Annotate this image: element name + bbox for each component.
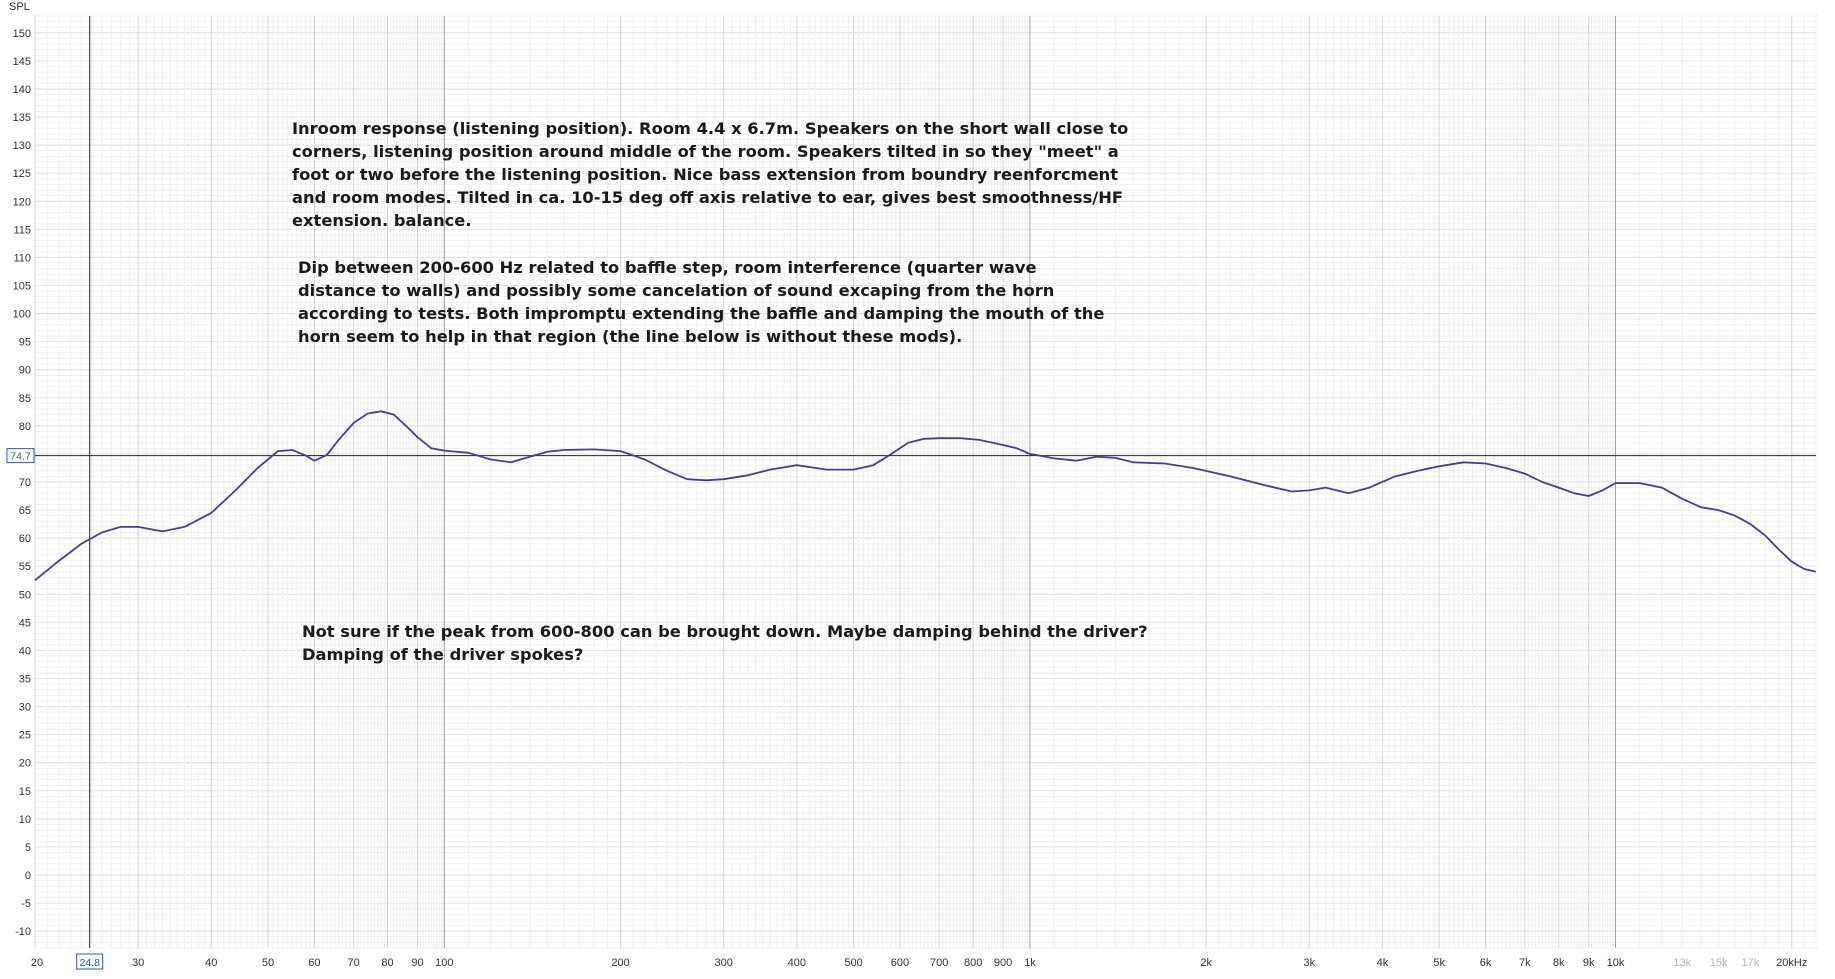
y-tick-label: 40 — [19, 645, 31, 657]
x-tick-label: 50 — [262, 957, 274, 969]
y-tick-label: 100 — [13, 309, 31, 321]
annotation-dip-explanation: Dip between 200-600 Hz related to baffle… — [298, 256, 1104, 348]
y-tick-label: 90 — [19, 365, 31, 377]
cursor-x-readout: 24.8 — [79, 957, 100, 969]
x-tick-label: 70 — [347, 957, 359, 969]
y-tick-label: -10 — [15, 926, 31, 938]
y-tick-label: 45 — [19, 617, 31, 629]
y-tick-label: 130 — [13, 140, 31, 152]
x-axis-labels: 20 30 40 50 60 70 80 90 100 200 300 400 500 600 700 800… — [31, 957, 1807, 969]
y-tick-label: 20 — [19, 758, 31, 770]
y-tick-label: 50 — [19, 589, 31, 601]
x-tick-label: 600 — [891, 957, 909, 969]
annotation-line: extension. balance. — [292, 211, 472, 230]
y-tick-label: 15 — [19, 786, 31, 798]
x-tick-label: 5k — [1433, 957, 1445, 969]
annotation-line: Damping of the driver spokes? — [302, 645, 584, 664]
x-tick-label: 17k — [1742, 957, 1760, 969]
y-axis-labels: 1501451401351301251201151101051009590858… — [13, 28, 31, 938]
x-tick-label: 13k — [1673, 957, 1691, 969]
x-tick-label: 300 — [715, 957, 733, 969]
y-tick-label: 145 — [13, 56, 31, 68]
y-tick-label: 65 — [19, 505, 31, 517]
x-tick-label: 60 — [308, 957, 320, 969]
y-tick-label: 10 — [19, 814, 31, 826]
y-tick-label: 60 — [19, 533, 31, 545]
y-tick-label: 105 — [13, 280, 31, 292]
annotation-room-setup: Inroom response (listening position). Ro… — [292, 117, 1128, 232]
x-tick-label: 80 — [381, 957, 393, 969]
x-tick-label: 500 — [844, 957, 862, 969]
x-tick-label: 9k — [1583, 957, 1595, 969]
y-tick-label: 30 — [19, 702, 31, 714]
y-tick-label: 110 — [13, 252, 31, 264]
annotation-line: foot or two before the listening positio… — [292, 165, 1119, 184]
y-tick-label: 5 — [25, 842, 31, 854]
x-tick-label: 900 — [994, 957, 1012, 969]
y-tick-label: 25 — [19, 730, 31, 742]
annotation-line: corners, listening position around middl… — [292, 142, 1119, 161]
x-tick-label: 90 — [411, 957, 423, 969]
x-tick-label: 2k — [1200, 957, 1212, 969]
x-tick-label: 10k — [1607, 957, 1625, 969]
x-tick-label: 30 — [132, 957, 144, 969]
x-tick-label: 8k — [1553, 957, 1565, 969]
y-tick-label: 35 — [19, 674, 31, 686]
annotation-line: horn seem to help in that region (the li… — [298, 327, 963, 346]
y-axis-label: SPL — [9, 1, 30, 13]
x-tick-label: 6k — [1480, 957, 1492, 969]
y-tick-label: 70 — [19, 477, 31, 489]
x-tick-label: 15k — [1710, 957, 1728, 969]
y-tick-label: 0 — [25, 870, 31, 882]
x-tick-label: 800 — [964, 957, 982, 969]
x-tick-label: 4k — [1377, 957, 1389, 969]
y-tick-label: 115 — [13, 224, 31, 236]
x-tick-label: 20kHz — [1776, 957, 1807, 969]
annotation-line: Inroom response (listening position). Ro… — [292, 119, 1129, 138]
x-tick-label: 200 — [611, 957, 629, 969]
y-tick-label: 135 — [13, 112, 31, 124]
x-tick-label: 400 — [788, 957, 806, 969]
x-tick-label: 40 — [205, 957, 217, 969]
x-tick-label: 700 — [930, 957, 948, 969]
annotation-line: Not sure if the peak from 600-800 can be… — [302, 622, 1148, 641]
annotation-line: and room modes. Tilted in ca. 10-15 deg … — [292, 188, 1123, 207]
y-tick-label: 85 — [19, 393, 31, 405]
y-tick-label: 140 — [13, 84, 31, 96]
y-tick-label: 95 — [19, 337, 31, 349]
y-tick-label: 80 — [19, 421, 31, 433]
annotation-line: Dip between 200-600 Hz related to baffle… — [298, 258, 1037, 277]
annotation-peak-question: Not sure if the peak from 600-800 can be… — [302, 620, 1148, 666]
annotation-line: distance to walls) and possibly some can… — [298, 281, 1055, 300]
annotation-line: according to tests. Both impromptu exten… — [298, 304, 1105, 323]
y-tick-label: 55 — [19, 561, 31, 573]
y-tick-label: 125 — [13, 168, 31, 180]
y-tick-label: 150 — [13, 28, 31, 40]
x-tick-label: 7k — [1519, 957, 1531, 969]
y-tick-label: -5 — [21, 898, 31, 910]
cursor-y-readout: 74.7 — [10, 451, 31, 463]
x-tick-label: 3k — [1303, 957, 1315, 969]
x-tick-label: 20 — [31, 957, 43, 969]
y-tick-label: 120 — [13, 196, 31, 208]
x-tick-label: 1k — [1024, 957, 1036, 969]
x-tick-label: 100 — [435, 957, 453, 969]
